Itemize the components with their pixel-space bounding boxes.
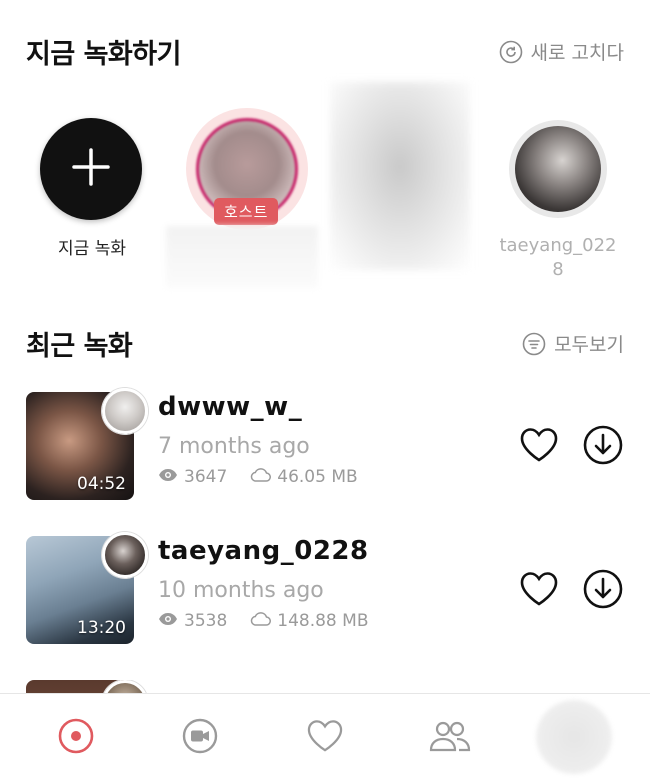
download-button[interactable] (582, 569, 624, 613)
nav-video-tab[interactable] (176, 714, 224, 762)
heart-icon (519, 427, 559, 467)
heart-icon (519, 571, 559, 611)
user-avatar (515, 126, 601, 212)
download-icon (583, 425, 623, 469)
recent-section-title: 최근 녹화 (26, 331, 133, 362)
blurred-live-item[interactable] (330, 82, 470, 270)
download-button[interactable] (582, 425, 624, 469)
recording-info: dwww_w_ 7 months ago 3647 46.05 MB (158, 392, 358, 487)
video-camera-icon (181, 717, 219, 759)
like-button[interactable] (518, 570, 560, 612)
nav-record-tab[interactable] (52, 714, 100, 762)
recording-row-partial[interactable] (26, 680, 624, 694)
view-all-label: 모두보기 (554, 334, 624, 356)
recording-stats: 3647 46.05 MB (158, 467, 358, 487)
recording-duration: 13:20 (77, 618, 126, 638)
recording-actions (518, 425, 624, 469)
download-icon (583, 569, 623, 613)
host-live-item[interactable]: 호스트 (166, 108, 318, 288)
nav-friends-tab[interactable] (426, 714, 474, 762)
recording-duration: 04:52 (77, 474, 126, 494)
recording-user-avatar (102, 532, 148, 578)
like-button[interactable] (518, 426, 560, 468)
file-size: 46.05 MB (277, 467, 358, 487)
heart-icon (306, 719, 344, 757)
cloud-icon (249, 611, 272, 631)
plus-icon (71, 147, 111, 191)
user-avatar-ring (509, 120, 607, 218)
nav-likes-tab[interactable] (301, 714, 349, 762)
cloud-icon (249, 467, 272, 487)
record-now-button[interactable] (40, 118, 142, 220)
live-section-title: 지금 녹화하기 (26, 39, 181, 70)
recording-user-name: dwww_w_ (158, 392, 303, 422)
eye-icon (158, 467, 178, 487)
file-size: 148.88 MB (277, 611, 369, 631)
host-name-blurred (166, 226, 318, 288)
user-name: taeyang_0228 (499, 235, 617, 280)
recording-row[interactable]: 13:20 taeyang_0228 10 months ago 3538 14… (26, 532, 624, 648)
users-icon (428, 719, 472, 757)
host-badge: 호스트 (214, 198, 279, 225)
view-all-button[interactable]: 모두보기 (522, 330, 624, 357)
recording-row[interactable]: 04:52 dwww_w_ 7 months ago 3647 46.05 MB (26, 388, 624, 504)
record-now-item[interactable]: 지금 녹화 (40, 118, 144, 259)
eye-icon (158, 611, 178, 631)
view-count: 3538 (184, 611, 228, 631)
refresh-icon (499, 40, 523, 64)
live-section-header: 지금 녹화하기 새로 고치다 (26, 32, 624, 71)
refresh-button[interactable]: 새로 고치다 (499, 38, 624, 65)
user-live-item[interactable]: taeyang_0228 (496, 120, 620, 282)
recording-stats: 3538 148.88 MB (158, 611, 369, 631)
recording-time-ago: 7 months ago (158, 434, 310, 459)
recent-section-header: 최근 녹화 모두보기 (26, 324, 624, 363)
recording-time-ago: 10 months ago (158, 578, 324, 603)
live-streams-row: 지금 녹화 호스트 taeyang_0228 (0, 82, 650, 296)
nav-profile-avatar[interactable] (536, 700, 612, 774)
host-avatar-ring: 호스트 (186, 108, 308, 230)
recording-actions (518, 569, 624, 613)
recording-user-name: taeyang_0228 (158, 536, 369, 566)
refresh-label: 새로 고치다 (530, 42, 624, 64)
bottom-navigation (0, 693, 650, 778)
filter-icon (522, 332, 546, 356)
recording-user-avatar (102, 388, 148, 434)
view-count: 3647 (184, 467, 228, 487)
record-now-label: 지금 녹화 (58, 239, 126, 259)
recording-info: taeyang_0228 10 months ago 3538 148.88 M… (158, 536, 369, 631)
record-icon (57, 717, 95, 759)
